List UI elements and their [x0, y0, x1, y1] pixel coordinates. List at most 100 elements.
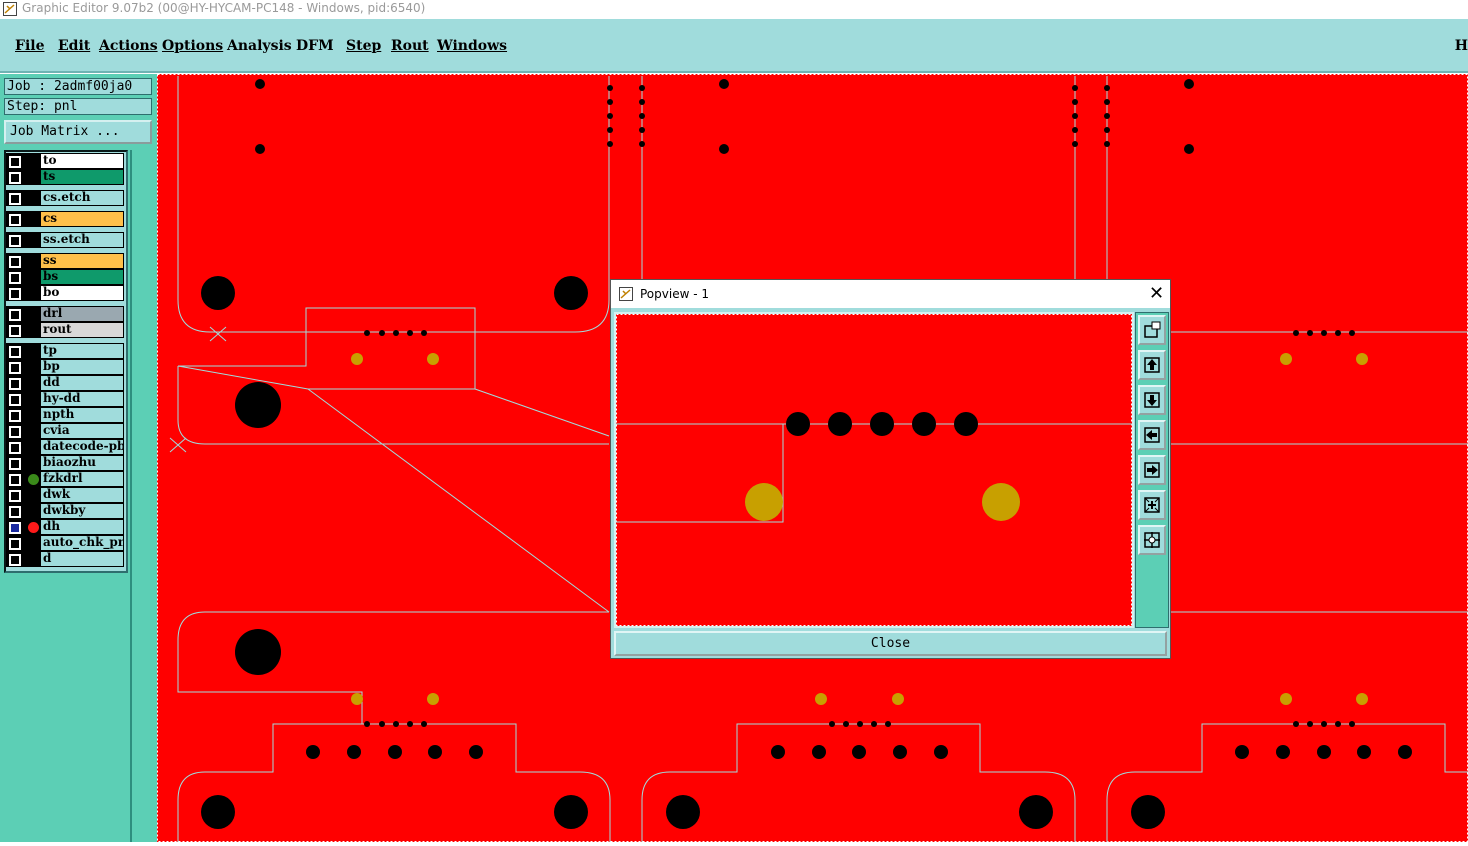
layer-row-dh[interactable]: dh — [6, 519, 124, 535]
layer-name[interactable]: datecode-pbc — [41, 440, 123, 454]
popview-window[interactable]: Popview - 1 ✕ — [610, 279, 1171, 659]
layer-row-bp[interactable]: bp — [6, 359, 124, 375]
layer-name[interactable]: npth — [41, 408, 123, 422]
layer-name[interactable]: fzkdrl — [41, 472, 123, 486]
menu-edit[interactable]: Edit — [58, 38, 90, 54]
pan-left-button[interactable] — [1138, 420, 1166, 450]
layer-checkbox[interactable] — [9, 346, 21, 358]
zoom-out-button[interactable] — [1138, 525, 1166, 555]
layer-name[interactable]: dwk — [41, 488, 123, 502]
layer-name[interactable]: tp — [41, 344, 123, 358]
layer-row-datecode-pbc[interactable]: datecode-pbc — [6, 439, 124, 455]
layer-name[interactable]: to — [41, 154, 123, 168]
layer-row-d[interactable]: d — [6, 551, 124, 567]
layer-checkbox[interactable] — [9, 490, 21, 502]
layer-checkbox[interactable] — [9, 522, 21, 534]
layer-name[interactable]: bs — [41, 270, 123, 284]
menu-rout[interactable]: Rout — [391, 38, 429, 54]
layer-name[interactable]: cvia — [41, 424, 123, 438]
layer-checkbox[interactable] — [9, 193, 21, 205]
job-label: Job : 2admf00ja0 — [4, 78, 152, 95]
layer-row-dwk[interactable]: dwk — [6, 487, 124, 503]
menu-file[interactable]: File — [15, 38, 44, 54]
menu-analysis[interactable]: Analysis — [227, 38, 292, 54]
layer-checkbox[interactable] — [9, 458, 21, 470]
menu-windows[interactable]: Windows — [437, 38, 507, 54]
layer-checkbox[interactable] — [9, 309, 21, 321]
layer-row-bs[interactable]: bs — [6, 269, 124, 285]
layer-name[interactable]: biaozhu — [41, 456, 123, 470]
layer-checkbox[interactable] — [9, 506, 21, 518]
layer-row-to[interactable]: to — [6, 153, 124, 169]
zoom-home-button[interactable] — [1138, 315, 1166, 345]
layer-row-drl[interactable]: drl — [6, 306, 124, 322]
layer-panel-scrollbar[interactable] — [130, 150, 152, 842]
layer-checkbox[interactable] — [9, 442, 21, 454]
layer-name[interactable]: ss.etch — [41, 233, 123, 247]
layer-row-dwkby[interactable]: dwkby — [6, 503, 124, 519]
layer-name[interactable]: d — [41, 552, 123, 566]
job-matrix-button[interactable]: Job Matrix ... — [4, 120, 152, 144]
layer-row-fzkdrl[interactable]: fzkdrl — [6, 471, 124, 487]
layer-name[interactable]: drl — [41, 307, 123, 321]
popview-close-icon[interactable]: ✕ — [1149, 280, 1164, 308]
layer-name[interactable]: cs — [41, 212, 123, 226]
layer-row-biaozhu[interactable]: biaozhu — [6, 455, 124, 471]
layer-name[interactable]: cs.etch — [41, 191, 123, 205]
layer-row-hy-dd[interactable]: hy-dd — [6, 391, 124, 407]
menu-dfm[interactable]: DFM — [296, 38, 334, 54]
layer-name[interactable]: dh — [41, 520, 123, 534]
layer-name[interactable]: auto_chk_pnl — [41, 536, 123, 550]
layer-checkbox[interactable] — [9, 325, 21, 337]
layer-row-rout[interactable]: rout — [6, 322, 124, 338]
layer-row-cs-etch[interactable]: cs.etch — [6, 190, 124, 206]
layer-checkbox[interactable] — [9, 474, 21, 486]
popview-canvas[interactable] — [614, 312, 1134, 628]
layer-checkbox[interactable] — [9, 378, 21, 390]
popview-titlebar[interactable]: Popview - 1 ✕ — [611, 280, 1170, 308]
layer-row-cvia[interactable]: cvia — [6, 423, 124, 439]
layer-name[interactable]: ss — [41, 254, 123, 268]
layer-row-tp[interactable]: tp — [6, 343, 124, 359]
layer-checkbox[interactable] — [9, 426, 21, 438]
layer-row-auto-chk-pnl[interactable]: auto_chk_pnl — [6, 535, 124, 551]
layer-checkbox[interactable] — [9, 394, 21, 406]
layer-checkbox[interactable] — [9, 214, 21, 226]
layer-name[interactable]: ts — [41, 170, 123, 184]
layer-row-cs[interactable]: cs — [6, 211, 124, 227]
layer-row-ts[interactable]: ts — [6, 169, 124, 185]
menu-step[interactable]: Step — [346, 38, 381, 54]
layer-row-dd[interactable]: dd — [6, 375, 124, 391]
pan-up-button[interactable] — [1138, 350, 1166, 380]
layer-checkbox[interactable] — [9, 554, 21, 566]
layer-checkbox[interactable] — [9, 538, 21, 550]
layer-row-ss-etch[interactable]: ss.etch — [6, 232, 124, 248]
layer-name[interactable]: bo — [41, 286, 123, 300]
layer-row-ss[interactable]: ss — [6, 253, 124, 269]
pan-down-button[interactable] — [1138, 385, 1166, 415]
layer-row-bo[interactable]: bo — [6, 285, 124, 301]
layer-name[interactable]: dd — [41, 376, 123, 390]
layer-checkbox[interactable] — [9, 156, 21, 168]
layer-checkbox[interactable] — [9, 172, 21, 184]
window-titlebar: Graphic Editor 9.07b2 (00@HY-HYCAM-PC148… — [0, 0, 1468, 19]
layer-checkbox[interactable] — [9, 410, 21, 422]
layer-name[interactable]: hy-dd — [41, 392, 123, 406]
layer-name[interactable]: dwkby — [41, 504, 123, 518]
popview-close-button[interactable]: Close — [614, 631, 1167, 656]
layer-checkbox[interactable] — [9, 272, 21, 284]
layer-row-npth[interactable]: npth — [6, 407, 124, 423]
layer-checkbox[interactable] — [9, 362, 21, 374]
layer-name[interactable]: bp — [41, 360, 123, 374]
layer-checkbox[interactable] — [9, 256, 21, 268]
layer-checkbox[interactable] — [9, 288, 21, 300]
pan-right-button[interactable] — [1138, 455, 1166, 485]
zoom-in-button[interactable] — [1138, 490, 1166, 520]
menu-help[interactable]: H — [1455, 38, 1468, 54]
zoom-fit-icon — [1142, 320, 1162, 340]
layer-name[interactable]: rout — [41, 323, 123, 337]
menu-actions[interactable]: Actions — [99, 38, 158, 54]
menu-options[interactable]: Options — [162, 38, 223, 54]
popview-zoom-view[interactable] — [616, 314, 1132, 626]
layer-checkbox[interactable] — [9, 235, 21, 247]
